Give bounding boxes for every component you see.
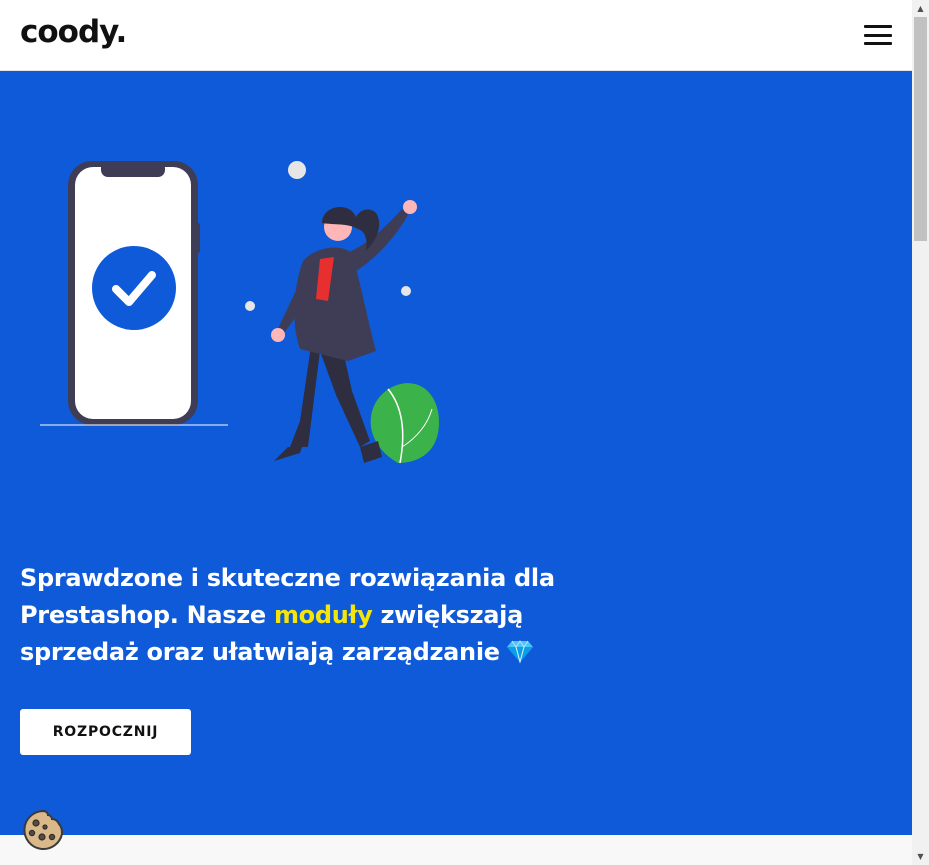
cookie-icon[interactable] bbox=[22, 809, 64, 851]
scrollbar-thumb[interactable] bbox=[914, 17, 927, 241]
site-header: coody. bbox=[0, 0, 912, 71]
logo[interactable]: coody. bbox=[20, 14, 127, 50]
phone-checkmark-woman-illustration bbox=[40, 161, 439, 464]
scroll-up-arrow-icon[interactable]: ▲ bbox=[912, 0, 929, 17]
gem-icon bbox=[506, 640, 533, 663]
hero-headline: Sprawdzone i skuteczne rozwiązania dla P… bbox=[20, 560, 580, 671]
hamburger-menu-icon[interactable] bbox=[864, 25, 892, 45]
headline-highlight: moduły bbox=[273, 601, 373, 629]
vertical-scrollbar[interactable]: ▲ ▼ bbox=[912, 0, 929, 865]
hero-section: Sprawdzone i skuteczne rozwiązania dla P… bbox=[0, 71, 912, 835]
scroll-down-arrow-icon[interactable]: ▼ bbox=[912, 848, 929, 865]
start-button[interactable]: ROZPOCZNIJ bbox=[20, 709, 191, 755]
